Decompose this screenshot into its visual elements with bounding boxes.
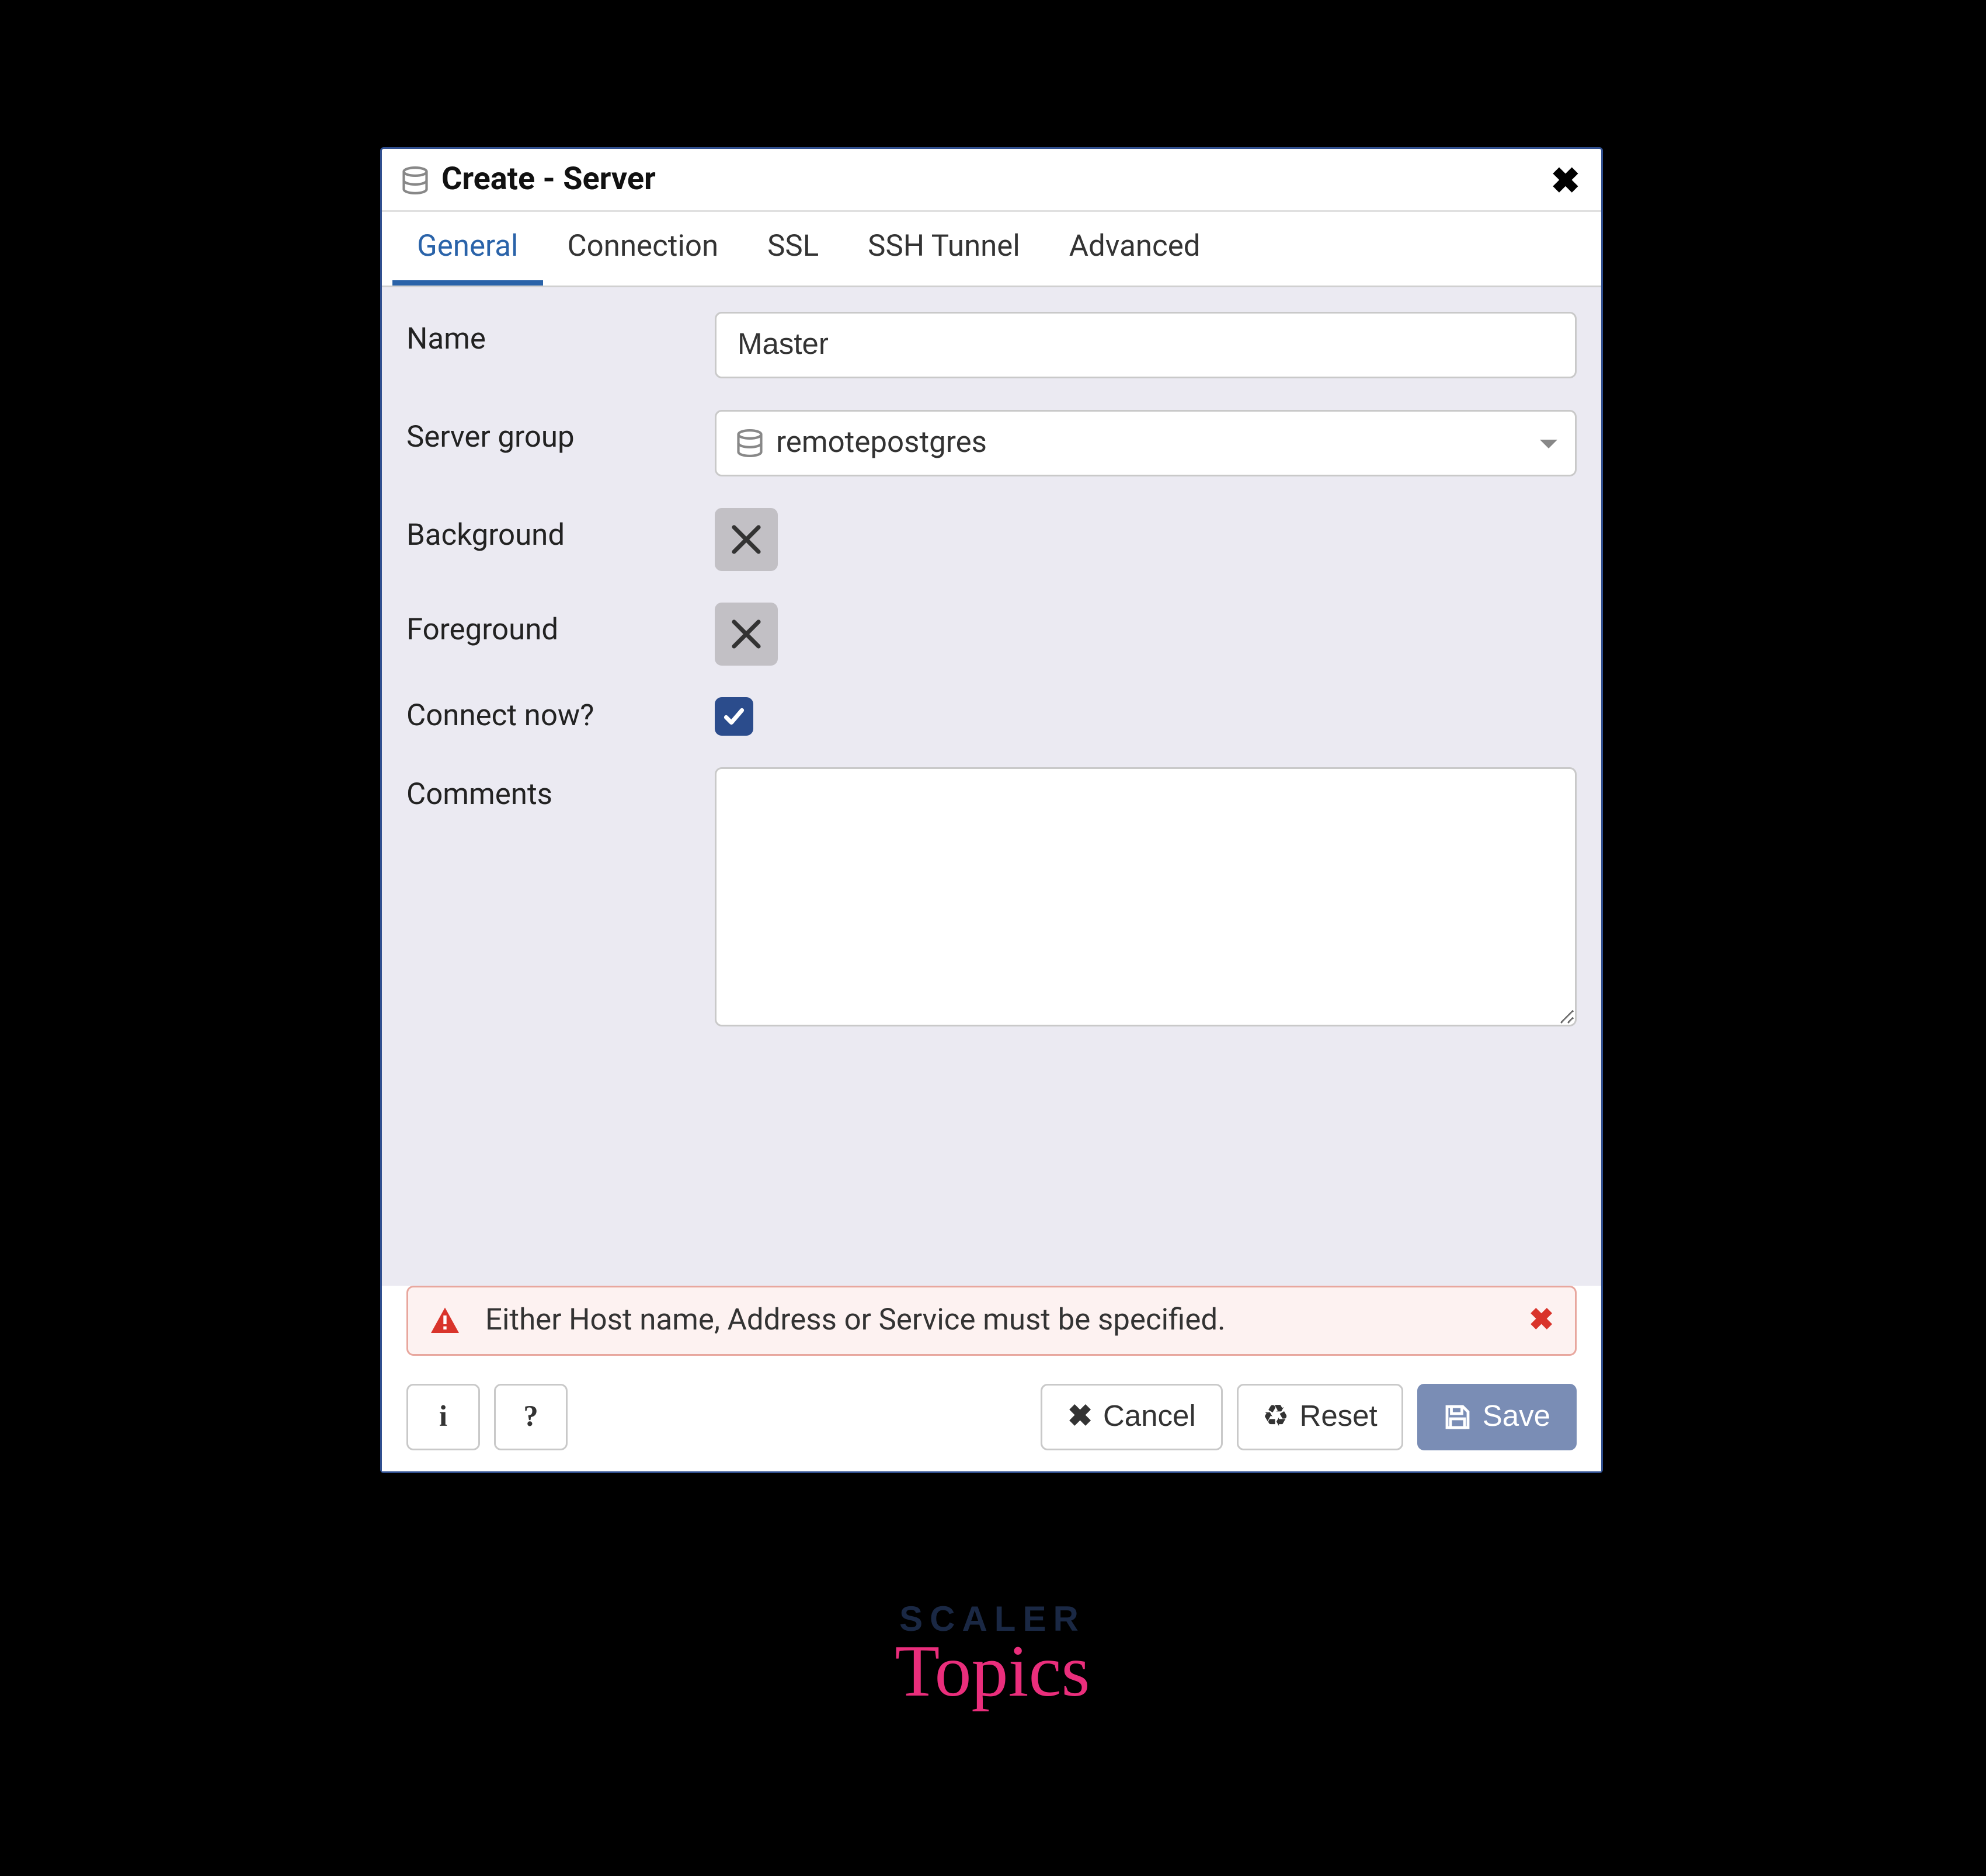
server-group-icon <box>734 427 766 459</box>
server-icon <box>399 164 431 196</box>
tab-advanced[interactable]: Advanced <box>1045 212 1225 286</box>
reset-button[interactable]: ♻ Reset <box>1236 1384 1404 1450</box>
connect-now-checkbox[interactable] <box>715 697 753 736</box>
tab-ssl[interactable]: SSL <box>743 212 843 286</box>
comments-label: Comments <box>406 767 715 813</box>
reset-label: Reset <box>1299 1400 1377 1435</box>
foreground-label: Foreground <box>406 603 715 648</box>
close-icon[interactable]: ✖ <box>1551 162 1580 197</box>
check-icon <box>722 704 746 729</box>
background-label: Background <box>406 508 715 554</box>
server-group-select[interactable]: remotepostgres <box>715 410 1577 476</box>
server-group-value: remotepostgres <box>776 426 987 461</box>
cancel-button[interactable]: ✖ Cancel <box>1041 1384 1222 1450</box>
connect-now-label: Connect now? <box>406 699 715 734</box>
x-icon <box>729 617 764 652</box>
form-body: Name Server group <box>382 287 1601 1286</box>
info-button[interactable]: i <box>406 1384 480 1450</box>
comments-textarea[interactable] <box>715 767 1577 1026</box>
watermark: SCALER Topics <box>0 1601 1985 1715</box>
background-clear-button[interactable] <box>715 508 778 571</box>
x-icon <box>729 522 764 557</box>
error-banner: Either Host name, Address or Service mus… <box>406 1286 1577 1356</box>
server-group-label: Server group <box>406 410 715 455</box>
dialog-tabs: General Connection SSL SSH Tunnel Advanc… <box>382 212 1601 287</box>
tab-connection[interactable]: Connection <box>542 212 743 286</box>
cancel-label: Cancel <box>1103 1400 1196 1435</box>
chevron-down-icon <box>1540 439 1557 448</box>
error-close-icon[interactable]: ✖ <box>1529 1303 1554 1338</box>
x-icon: ✖ <box>1067 1400 1093 1435</box>
save-button[interactable]: Save <box>1418 1384 1577 1450</box>
tab-general[interactable]: General <box>392 212 542 286</box>
watermark-line2: Topics <box>0 1631 1985 1715</box>
save-icon <box>1444 1403 1472 1431</box>
name-input[interactable] <box>715 312 1577 378</box>
dialog-footer: i ? ✖ Cancel ♻ Reset Save <box>382 1370 1601 1471</box>
create-server-dialog: Create - Server ✖ General Connection SSL… <box>380 147 1603 1473</box>
help-button[interactable]: ? <box>494 1384 568 1450</box>
recycle-icon: ♻ <box>1262 1400 1289 1435</box>
name-label: Name <box>406 312 715 357</box>
foreground-clear-button[interactable] <box>715 603 778 666</box>
warning-icon <box>429 1305 461 1336</box>
dialog-title: Create - Server <box>441 161 656 198</box>
save-label: Save <box>1483 1400 1550 1435</box>
error-message: Either Host name, Address or Service mus… <box>485 1303 1504 1338</box>
tab-ssh-tunnel[interactable]: SSH Tunnel <box>843 212 1045 286</box>
dialog-titlebar: Create - Server ✖ <box>382 149 1601 212</box>
